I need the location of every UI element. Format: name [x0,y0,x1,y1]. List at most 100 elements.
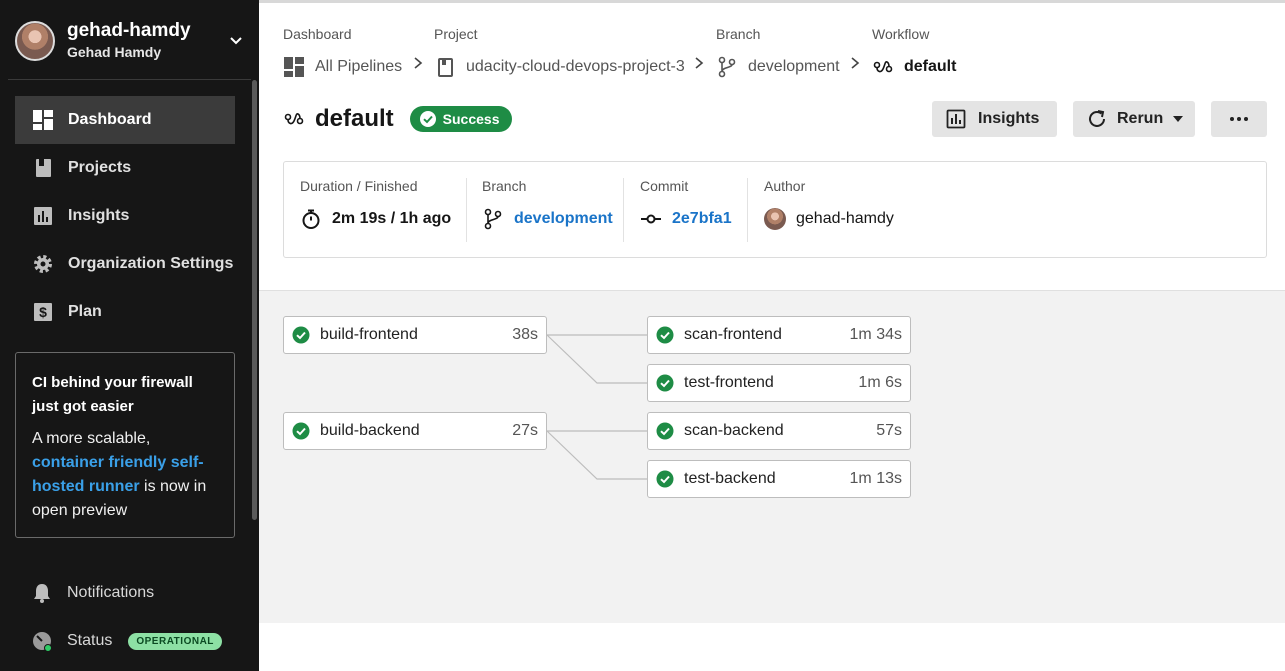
insights-icon [946,109,966,129]
summary-duration-value: 2m 19s / 1h ago [332,210,452,227]
commit-link[interactable]: 2e7bfa1 [672,210,732,228]
branch-link[interactable]: development [514,210,613,228]
summary-label: Author [764,178,806,194]
sidebar-item-notifications[interactable]: Notifications [31,581,231,605]
job-duration: 57s [876,422,902,439]
check-circle-icon [419,111,436,127]
insights-icon [34,207,52,225]
sidebar-item-label: Organization Settings [68,255,234,272]
sidebar-scrollbar[interactable] [252,80,257,520]
sidebar-item-insights[interactable]: Insights [15,192,235,240]
summary-commit: Commit 2e7bfa1 [640,178,732,242]
gear-icon [34,255,52,273]
avatar [15,21,55,61]
promo-text: A more scalable, [32,430,151,447]
check-circle-icon [656,326,674,344]
more-dots-icon [1230,117,1248,121]
breadcrumb-link-project[interactable]: udacity-cloud-devops-project-3 [434,56,685,78]
breadcrumb-branch: Branch development [716,26,840,78]
sidebar-item-label: Dashboard [68,111,152,128]
chevron-right-icon [851,57,860,69]
breadcrumb-label: Dashboard [283,26,352,42]
breadcrumb-value: default [904,58,957,75]
check-circle-icon [292,422,310,440]
job-name: scan-frontend [684,326,782,343]
workflow-summary: Duration / Finished 2m 19s / 1h ago Bran… [283,161,1267,258]
job-name: build-backend [320,422,420,439]
breadcrumb-label: Branch [716,26,761,42]
user-menu[interactable]: gehad-hamdy Gehad Hamdy [15,20,250,62]
avatar [764,208,786,230]
sidebar-item-label: Insights [68,207,130,224]
more-options-button[interactable] [1211,101,1267,137]
check-circle-icon [656,470,674,488]
summary-author: Author gehad-hamdy [764,178,894,242]
divider [623,178,624,242]
status-gauge-icon [33,632,52,652]
job-test-frontend[interactable]: test-frontend 1m 6s [647,364,911,402]
breadcrumb-project: Project udacity-cloud-devops-project-3 [434,26,685,78]
sidebar-item-organization-settings[interactable]: Organization Settings [15,240,235,288]
dashboard-icon [33,110,53,130]
branch-icon [484,208,502,230]
job-test-backend[interactable]: test-backend 1m 13s [647,460,911,498]
chevron-right-icon [695,57,704,69]
workflow-header: default Success [283,103,512,135]
sidebar-item-projects[interactable]: Projects [15,144,235,192]
status-text: Success [442,111,500,127]
promo-card: CI behind your firewall just got easier … [15,352,235,538]
button-label: Rerun [1117,110,1164,127]
breadcrumb-dashboard: Dashboard All Pipelines [283,26,402,78]
bell-icon [34,584,50,603]
projects-icon [36,159,51,177]
job-name: build-frontend [320,326,418,343]
author-name: gehad-hamdy [796,210,894,227]
sidebar-item-label: Status [67,632,113,649]
job-scan-frontend[interactable]: scan-frontend 1m 34s [647,316,911,354]
promo-title: CI behind your firewall just got easier [32,374,193,415]
breadcrumb-label: Workflow [872,26,930,42]
workflow-icon [873,61,893,73]
stopwatch-icon [302,209,320,229]
sidebar-item-label: Notifications [67,584,155,601]
check-circle-icon [292,326,310,344]
breadcrumb-label: Project [434,26,478,42]
chevron-down-icon[interactable] [228,32,244,48]
page-title: default [315,105,394,132]
insights-button[interactable]: Insights [932,101,1057,137]
job-scan-backend[interactable]: scan-backend 57s [647,412,911,450]
job-name: scan-backend [684,422,784,439]
breadcrumb-workflow: Workflow default [872,26,956,78]
job-duration: 1m 6s [858,374,902,391]
sidebar-item-dashboard[interactable]: Dashboard [15,96,235,144]
breadcrumb-value: development [748,58,840,75]
job-duration: 38s [512,326,538,343]
job-duration: 1m 34s [849,326,902,343]
sidebar-item-label: Projects [68,159,132,176]
promo-body: A more scalable, container friendly self… [32,427,218,523]
chevron-right-icon [414,57,423,69]
sidebar: gehad-hamdy Gehad Hamdy Dashboard Projec… [0,0,259,671]
breadcrumb-link-all-pipelines[interactable]: All Pipelines [283,56,402,78]
status-badge: OPERATIONAL [128,632,222,650]
summary-label: Branch [482,178,527,194]
rerun-icon [1089,110,1105,127]
check-circle-icon [656,374,674,392]
job-build-backend[interactable]: build-backend 27s [283,412,547,450]
sidebar-item-label: Plan [68,303,102,320]
user-name: Gehad Hamdy [67,44,162,60]
sidebar-item-status[interactable]: Status OPERATIONAL [31,629,231,653]
rerun-button[interactable]: Rerun [1073,101,1195,137]
divider [8,79,251,80]
summary-label: Duration / Finished [300,178,418,194]
job-duration: 1m 13s [849,470,902,487]
breadcrumb-link-branch[interactable]: development [716,56,840,78]
check-circle-icon [656,422,674,440]
workflow-graph: build-frontend 38s scan-frontend 1m 34s … [259,290,1285,623]
top-border [259,0,1285,3]
sidebar-item-plan[interactable]: $ Plan [15,288,235,336]
job-name: test-frontend [684,374,774,391]
divider [747,178,748,242]
job-build-frontend[interactable]: build-frontend 38s [283,316,547,354]
commit-icon [641,214,661,224]
